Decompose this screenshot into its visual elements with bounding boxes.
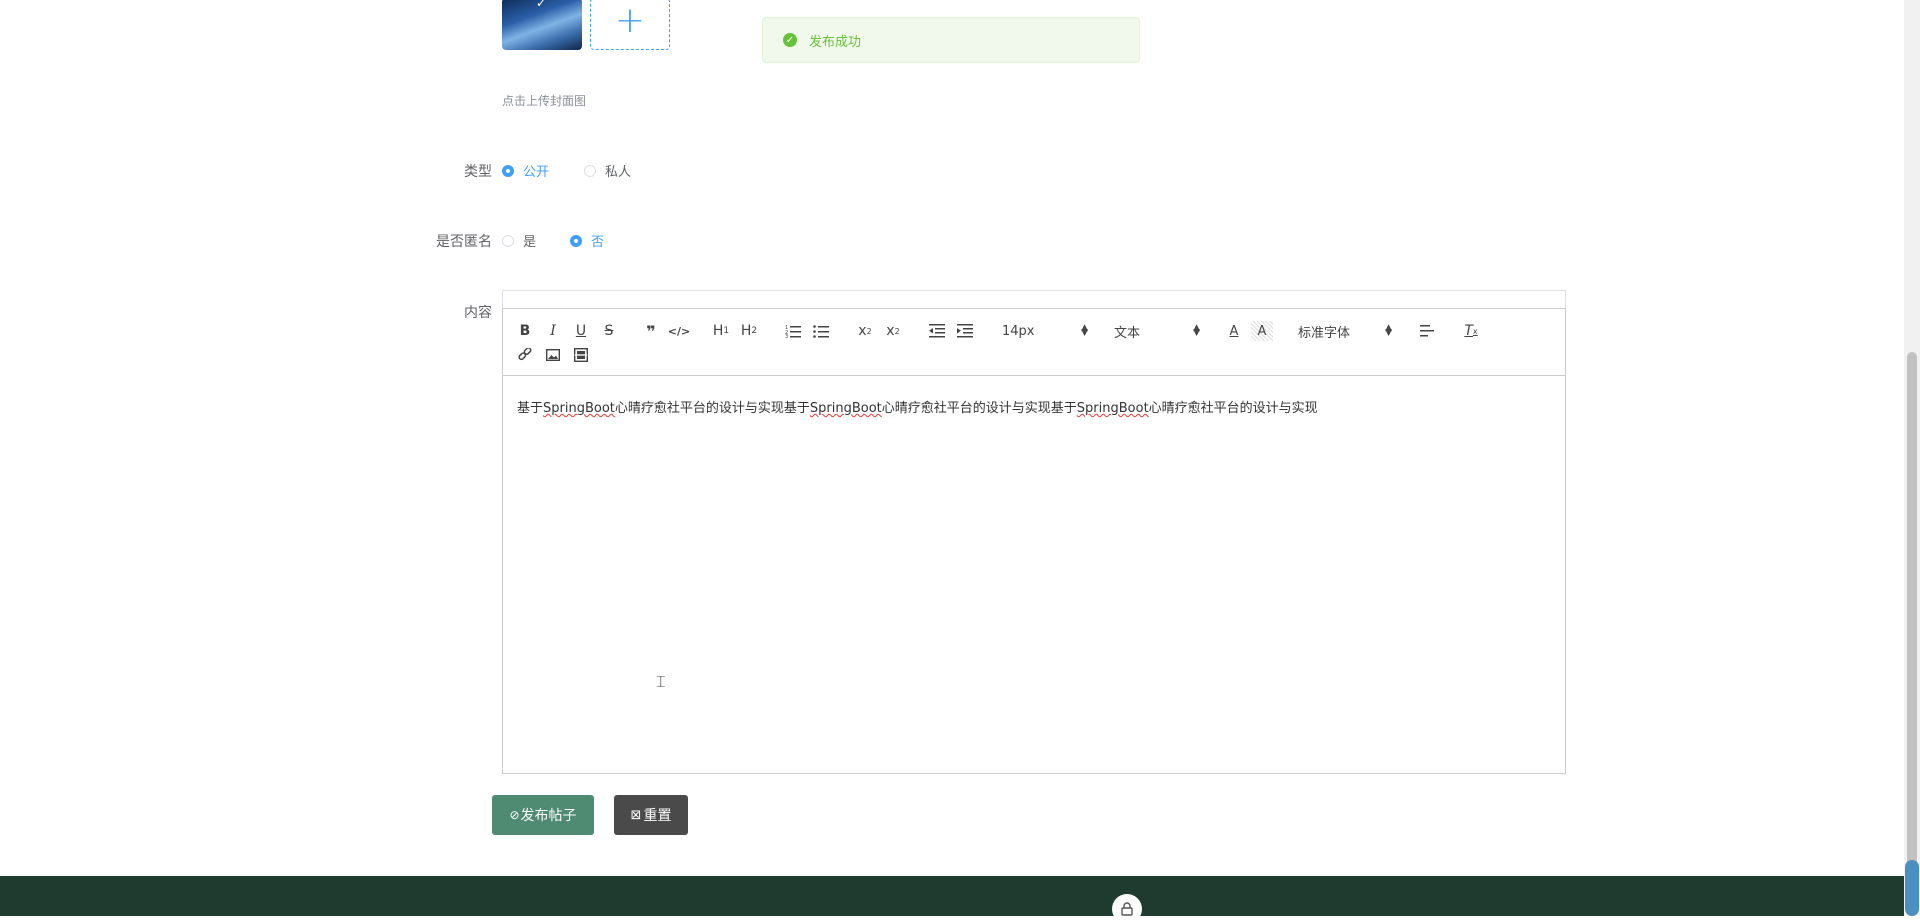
italic-icon[interactable]: I [542,321,564,341]
lock-icon[interactable] [1112,894,1142,924]
outdent-icon[interactable] [926,321,948,341]
radio-dot [584,164,596,177]
subscript-icon[interactable]: x2 [854,321,876,341]
radio-anonymous-yes[interactable]: 是 [502,231,536,250]
radio-dot [502,234,514,247]
code-block-icon[interactable]: </> [668,321,690,341]
radio-anonymous-no[interactable]: 否 [570,231,604,250]
radio-dot [570,234,582,247]
video-icon[interactable] [570,345,592,365]
select-arrows-icon: ▲ ▼ [1385,323,1392,338]
cover-image-thumbnail[interactable]: ✓ [502,0,582,50]
align-icon[interactable] [1416,321,1438,341]
radio-dot [502,164,514,177]
background-color-icon[interactable]: A [1251,321,1273,341]
success-toast: ✓ 发布成功 [762,17,1140,63]
check-icon: ✓ [536,0,547,10]
type-label: 类型 [464,164,492,180]
h1-icon[interactable]: H1 [710,321,732,341]
superscript-icon[interactable]: x2 [882,321,904,341]
reset-button[interactable]: ⊠ 重置 [614,795,688,835]
h2-icon[interactable]: H2 [738,321,760,341]
select-arrows-icon: ▲ ▼ [1193,323,1200,338]
content-label: 内容 [464,305,492,321]
bullet-list-icon[interactable] [810,321,832,341]
text-cursor-icon: ⌶ [656,672,666,691]
ordered-list-icon[interactable]: 123 [782,321,804,341]
scrollbar-thumb[interactable] [1907,352,1917,908]
editor-content[interactable]: 基于SpringBoot心晴疗愈社平台的设计与实现基于SpringBoot心晴疗… [517,397,1318,416]
upload-hint: 点击上传封面图 [502,94,587,108]
bold-icon[interactable]: B [514,321,536,341]
font-size-select[interactable]: 14px ▲ ▼ [1002,321,1088,341]
publish-post-button[interactable]: ⊘ 发布帖子 [492,795,594,835]
link-icon[interactable] [514,345,536,365]
header-select[interactable]: 文本 ▲ ▼ [1114,321,1200,341]
check-circle-icon: ✓ [783,33,797,47]
radio-public[interactable]: 公开 [502,161,549,180]
rich-text-editor[interactable]: B I U S ❞ </> H1 H2 123 x2 x2 14px ▲ ▼ 文本… [502,308,1566,774]
editor-top-border [502,290,1566,308]
indent-icon[interactable] [954,321,976,341]
check-circle-outline-icon: ⊘ [509,808,520,822]
radio-private[interactable]: 私人 [584,161,631,180]
plus-icon: + [614,0,646,41]
font-color-icon[interactable]: A [1223,321,1245,341]
upload-add-button[interactable]: + [590,0,670,50]
strikethrough-icon[interactable]: S [598,321,620,341]
editor-toolbar: B I U S ❞ </> H1 H2 123 x2 x2 14px ▲ ▼ 文本… [503,309,1565,376]
toast-message: 发布成功 [809,34,862,50]
select-arrows-icon: ▲ ▼ [1081,323,1088,338]
blockquote-icon[interactable]: ❞ [640,321,662,341]
anonymous-label: 是否匿名 [436,234,492,250]
font-family-select[interactable]: 标准字体 ▲ ▼ [1298,321,1392,341]
page-footer [0,876,1904,916]
underline-icon[interactable]: U [570,321,592,341]
scroll-indicator[interactable] [1905,860,1919,916]
image-icon[interactable] [542,345,564,365]
clean-format-icon[interactable]: Tx [1460,321,1482,341]
svg-text:3: 3 [785,334,788,338]
close-square-icon: ⊠ [630,807,642,823]
